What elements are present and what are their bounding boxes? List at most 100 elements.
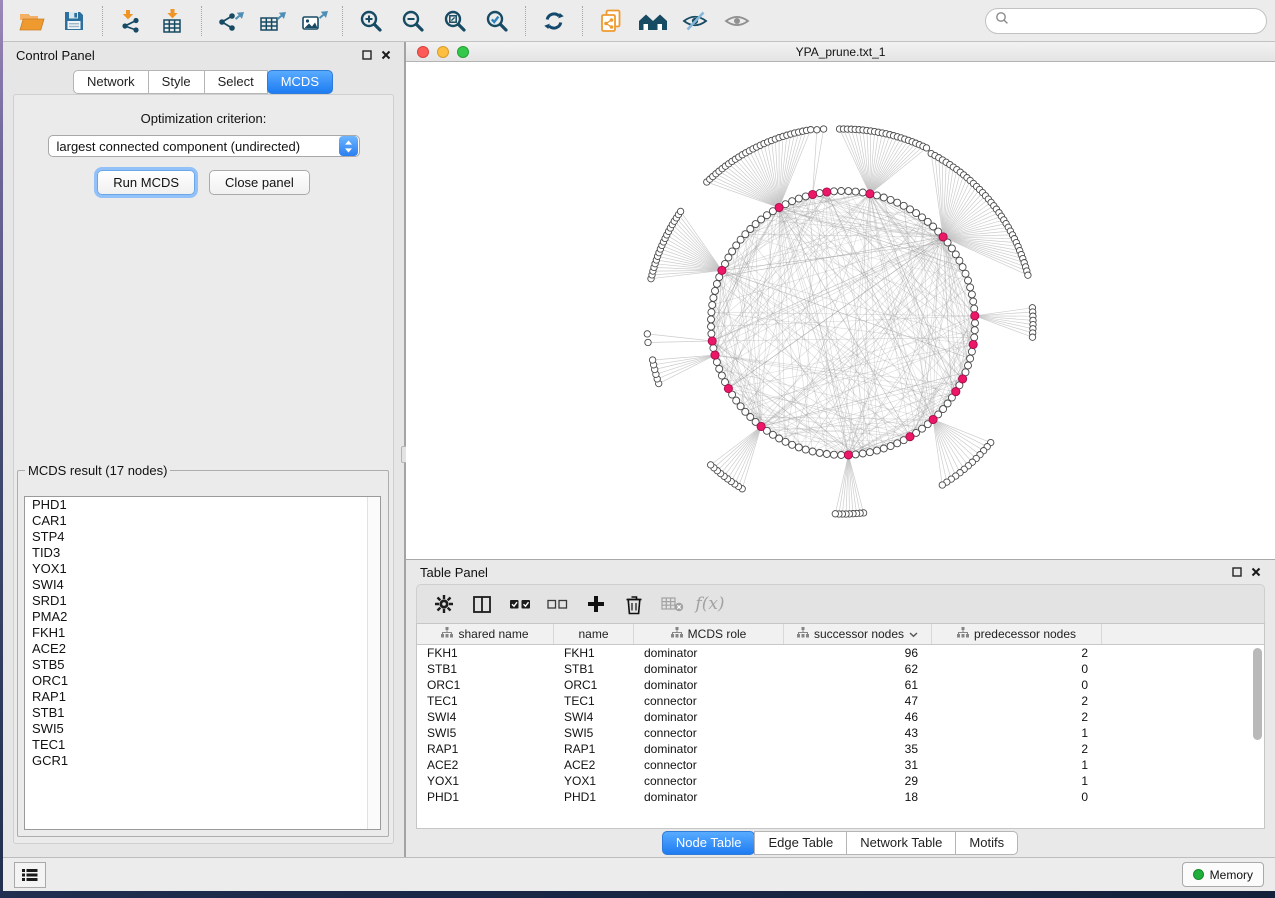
export-image-button[interactable] <box>296 4 332 38</box>
table-row[interactable]: RAP1RAP1dominator352 <box>417 741 1264 757</box>
table-row[interactable]: FKH1FKH1dominator962 <box>417 645 1264 661</box>
network-node[interactable] <box>873 192 880 199</box>
network-hub-node[interactable] <box>959 375 967 383</box>
network-node[interactable] <box>900 202 907 209</box>
network-node[interactable] <box>952 251 959 258</box>
column-header-name[interactable]: name <box>554 624 634 644</box>
float-window-button[interactable] <box>1232 567 1242 577</box>
network-node[interactable] <box>713 359 720 366</box>
tab-motifs[interactable]: Motifs <box>955 831 1018 855</box>
table-row[interactable]: YOX1YOX1connector291 <box>417 773 1264 789</box>
network-hub-node[interactable] <box>866 190 874 198</box>
network-hub-node[interactable] <box>718 266 726 274</box>
mcds-result-item[interactable]: SWI4 <box>25 577 380 593</box>
mcds-result-item[interactable]: STP4 <box>25 529 380 545</box>
maximize-traffic-light[interactable] <box>457 46 469 58</box>
network-node[interactable] <box>816 190 823 197</box>
import-table-button[interactable] <box>155 4 191 38</box>
network-node[interactable] <box>831 188 838 195</box>
network-node[interactable] <box>789 441 796 448</box>
select-all-checks-button[interactable] <box>505 589 535 619</box>
network-node[interactable] <box>776 435 783 442</box>
close-panel-icon[interactable] <box>381 50 391 60</box>
network-node[interactable] <box>967 284 974 291</box>
network-node[interactable] <box>923 145 929 151</box>
table-row[interactable]: TEC1TEC1connector472 <box>417 693 1264 709</box>
first-neighbors-button[interactable] <box>635 4 671 38</box>
network-node[interactable] <box>845 188 852 195</box>
network-node[interactable] <box>831 451 838 458</box>
network-node[interactable] <box>795 195 802 202</box>
network-hub-node[interactable] <box>952 388 960 396</box>
export-table-button[interactable] <box>254 4 290 38</box>
network-node[interactable] <box>887 196 894 203</box>
tab-select[interactable]: Select <box>204 70 268 94</box>
table-row[interactable]: STB1STB1dominator620 <box>417 661 1264 677</box>
network-hub-node[interactable] <box>711 351 719 359</box>
network-node[interactable] <box>852 188 859 195</box>
network-node[interactable] <box>972 320 979 327</box>
mcds-result-item[interactable]: FKH1 <box>25 625 380 641</box>
mcds-result-item[interactable]: YOX1 <box>25 561 380 577</box>
mcds-result-item[interactable]: SWI5 <box>25 721 380 737</box>
criterion-select[interactable]: largest connected component (undirected) <box>48 135 360 157</box>
network-node[interactable] <box>887 443 894 450</box>
network-node[interactable] <box>873 447 880 454</box>
network-node[interactable] <box>710 294 717 301</box>
network-node[interactable] <box>965 277 972 284</box>
mcds-result-item[interactable]: GCR1 <box>25 753 380 769</box>
mcds-list-scrollbar[interactable] <box>367 497 380 829</box>
network-node[interactable] <box>708 323 715 330</box>
mcds-result-item[interactable]: PMA2 <box>25 609 380 625</box>
network-hub-node[interactable] <box>724 384 732 392</box>
mcds-result-item[interactable]: SRD1 <box>25 593 380 609</box>
network-node[interactable] <box>820 126 826 132</box>
network-node[interactable] <box>859 189 866 196</box>
search-input[interactable] <box>1015 13 1257 29</box>
column-header-successor-nodes[interactable]: successor nodes <box>784 624 932 644</box>
run-mcds-button[interactable]: Run MCDS <box>97 170 195 195</box>
network-hub-node[interactable] <box>906 433 914 441</box>
network-node[interactable] <box>852 451 859 458</box>
table-row[interactable]: ACE2ACE2connector311 <box>417 757 1264 773</box>
network-hub-node[interactable] <box>971 312 979 320</box>
network-node[interactable] <box>814 127 820 133</box>
refresh-button[interactable] <box>536 4 572 38</box>
network-node[interactable] <box>968 348 975 355</box>
network-node[interactable] <box>832 511 838 517</box>
show-columns-button[interactable] <box>467 589 497 619</box>
hide-selected-button[interactable] <box>677 4 713 38</box>
table-row[interactable]: ORC1ORC1dominator610 <box>417 677 1264 693</box>
network-node[interactable] <box>808 127 814 133</box>
network-hub-node[interactable] <box>757 422 765 430</box>
network-node[interactable] <box>838 188 845 195</box>
network-node[interactable] <box>645 339 651 345</box>
network-node[interactable] <box>880 445 887 452</box>
close-panel-icon[interactable] <box>1251 567 1261 577</box>
close-traffic-light[interactable] <box>417 46 429 58</box>
network-node[interactable] <box>816 449 823 456</box>
zoom-fit-button[interactable] <box>437 4 473 38</box>
network-hub-node[interactable] <box>708 337 716 345</box>
network-node[interactable] <box>939 482 945 488</box>
network-node[interactable] <box>677 208 683 214</box>
tab-network[interactable]: Network <box>73 70 149 94</box>
table-scrollbar-thumb[interactable] <box>1253 648 1262 740</box>
tab-edge-table[interactable]: Edge Table <box>754 831 847 855</box>
mcds-result-item[interactable]: CAR1 <box>25 513 380 529</box>
mcds-result-item[interactable]: TEC1 <box>25 737 380 753</box>
column-header-predecessor-nodes[interactable]: predecessor nodes <box>932 624 1102 644</box>
network-node[interactable] <box>708 316 715 323</box>
float-window-button[interactable] <box>362 50 372 60</box>
network-node[interactable] <box>712 287 719 294</box>
network-node[interactable] <box>894 440 901 447</box>
network-node[interactable] <box>971 305 978 312</box>
mcds-result-item[interactable]: TID3 <box>25 545 380 561</box>
import-network-button[interactable] <box>113 4 149 38</box>
search-box[interactable] <box>985 8 1267 34</box>
network-node[interactable] <box>782 438 789 445</box>
close-panel-button[interactable]: Close panel <box>209 170 310 195</box>
mcds-result-item[interactable]: ORC1 <box>25 673 380 689</box>
network-hub-node[interactable] <box>939 233 947 241</box>
network-node[interactable] <box>708 330 715 337</box>
